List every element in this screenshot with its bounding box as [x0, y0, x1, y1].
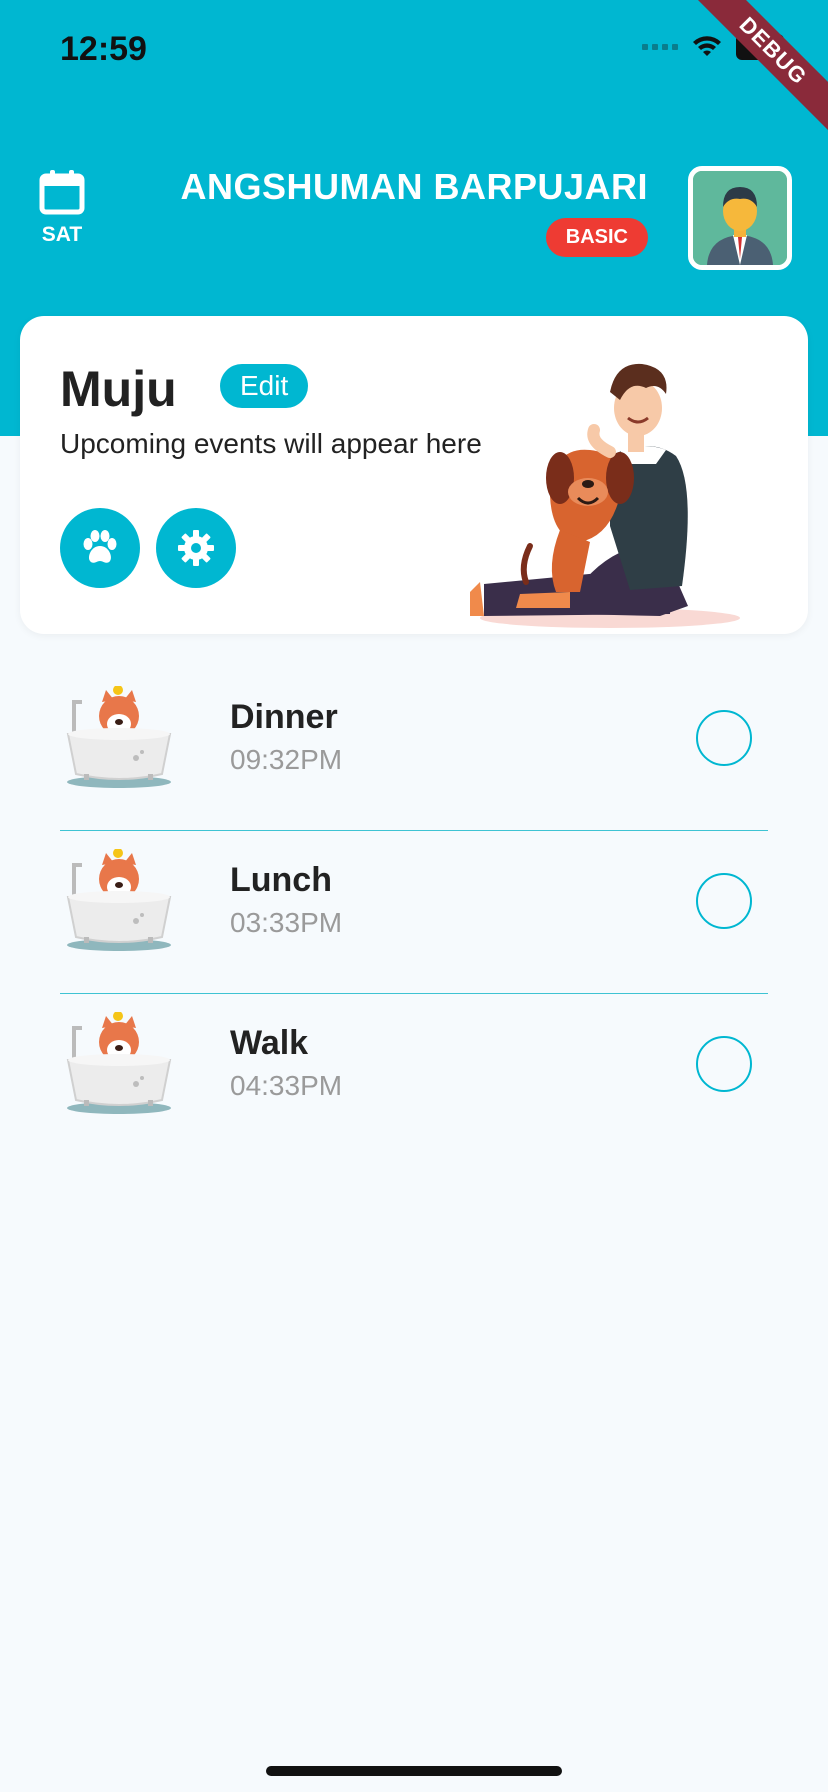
task-title: Lunch [230, 861, 332, 899]
cellular-signal-icon [642, 44, 678, 50]
person-with-dog-illustration [470, 363, 740, 628]
task-complete-checkbox[interactable] [696, 873, 752, 929]
task-title: Dinner [230, 698, 338, 736]
task-list: Dinner 09:32PM Lunch 03:33PM Walk 04:33P… [60, 668, 768, 1156]
plan-badge: BASIC [545, 218, 648, 257]
task-time: 03:33PM [230, 907, 343, 938]
dog-bath-icon [66, 849, 172, 951]
edit-pet-button[interactable]: Edit [220, 364, 309, 408]
upcoming-events-text: Upcoming events will appear here [60, 428, 482, 459]
task-row[interactable]: Dinner 09:32PM [60, 668, 768, 831]
wifi-icon [693, 36, 721, 56]
avatar[interactable] [688, 166, 792, 270]
task-time: 09:32PM [230, 744, 343, 775]
home-indicator[interactable] [266, 1766, 562, 1776]
calendar-day-label: SAT [41, 223, 83, 246]
task-title: Walk [230, 1024, 309, 1062]
dog-bath-icon [66, 686, 172, 788]
dog-bath-icon [66, 1012, 172, 1114]
task-complete-checkbox[interactable] [696, 1036, 752, 1092]
pet-card: Muju Edit Upcoming events will appear he… [20, 316, 808, 634]
gear-icon [178, 530, 214, 566]
task-row[interactable]: Walk 04:33PM [60, 994, 768, 1156]
task-time: 04:33PM [230, 1070, 343, 1101]
calendar-icon [39, 170, 85, 215]
user-name: ANGSHUMAN BARPUJARI [180, 166, 648, 207]
task-row[interactable]: Lunch 03:33PM [60, 831, 768, 994]
pet-settings-button[interactable] [156, 508, 236, 588]
pet-profile-button[interactable] [60, 508, 140, 588]
status-time: 12:59 [60, 30, 147, 68]
pet-name: Muju [60, 361, 177, 417]
task-complete-checkbox[interactable] [696, 710, 752, 766]
paw-icon [83, 530, 117, 563]
calendar-button[interactable]: SAT [38, 168, 86, 247]
user-avatar-icon [693, 171, 787, 265]
